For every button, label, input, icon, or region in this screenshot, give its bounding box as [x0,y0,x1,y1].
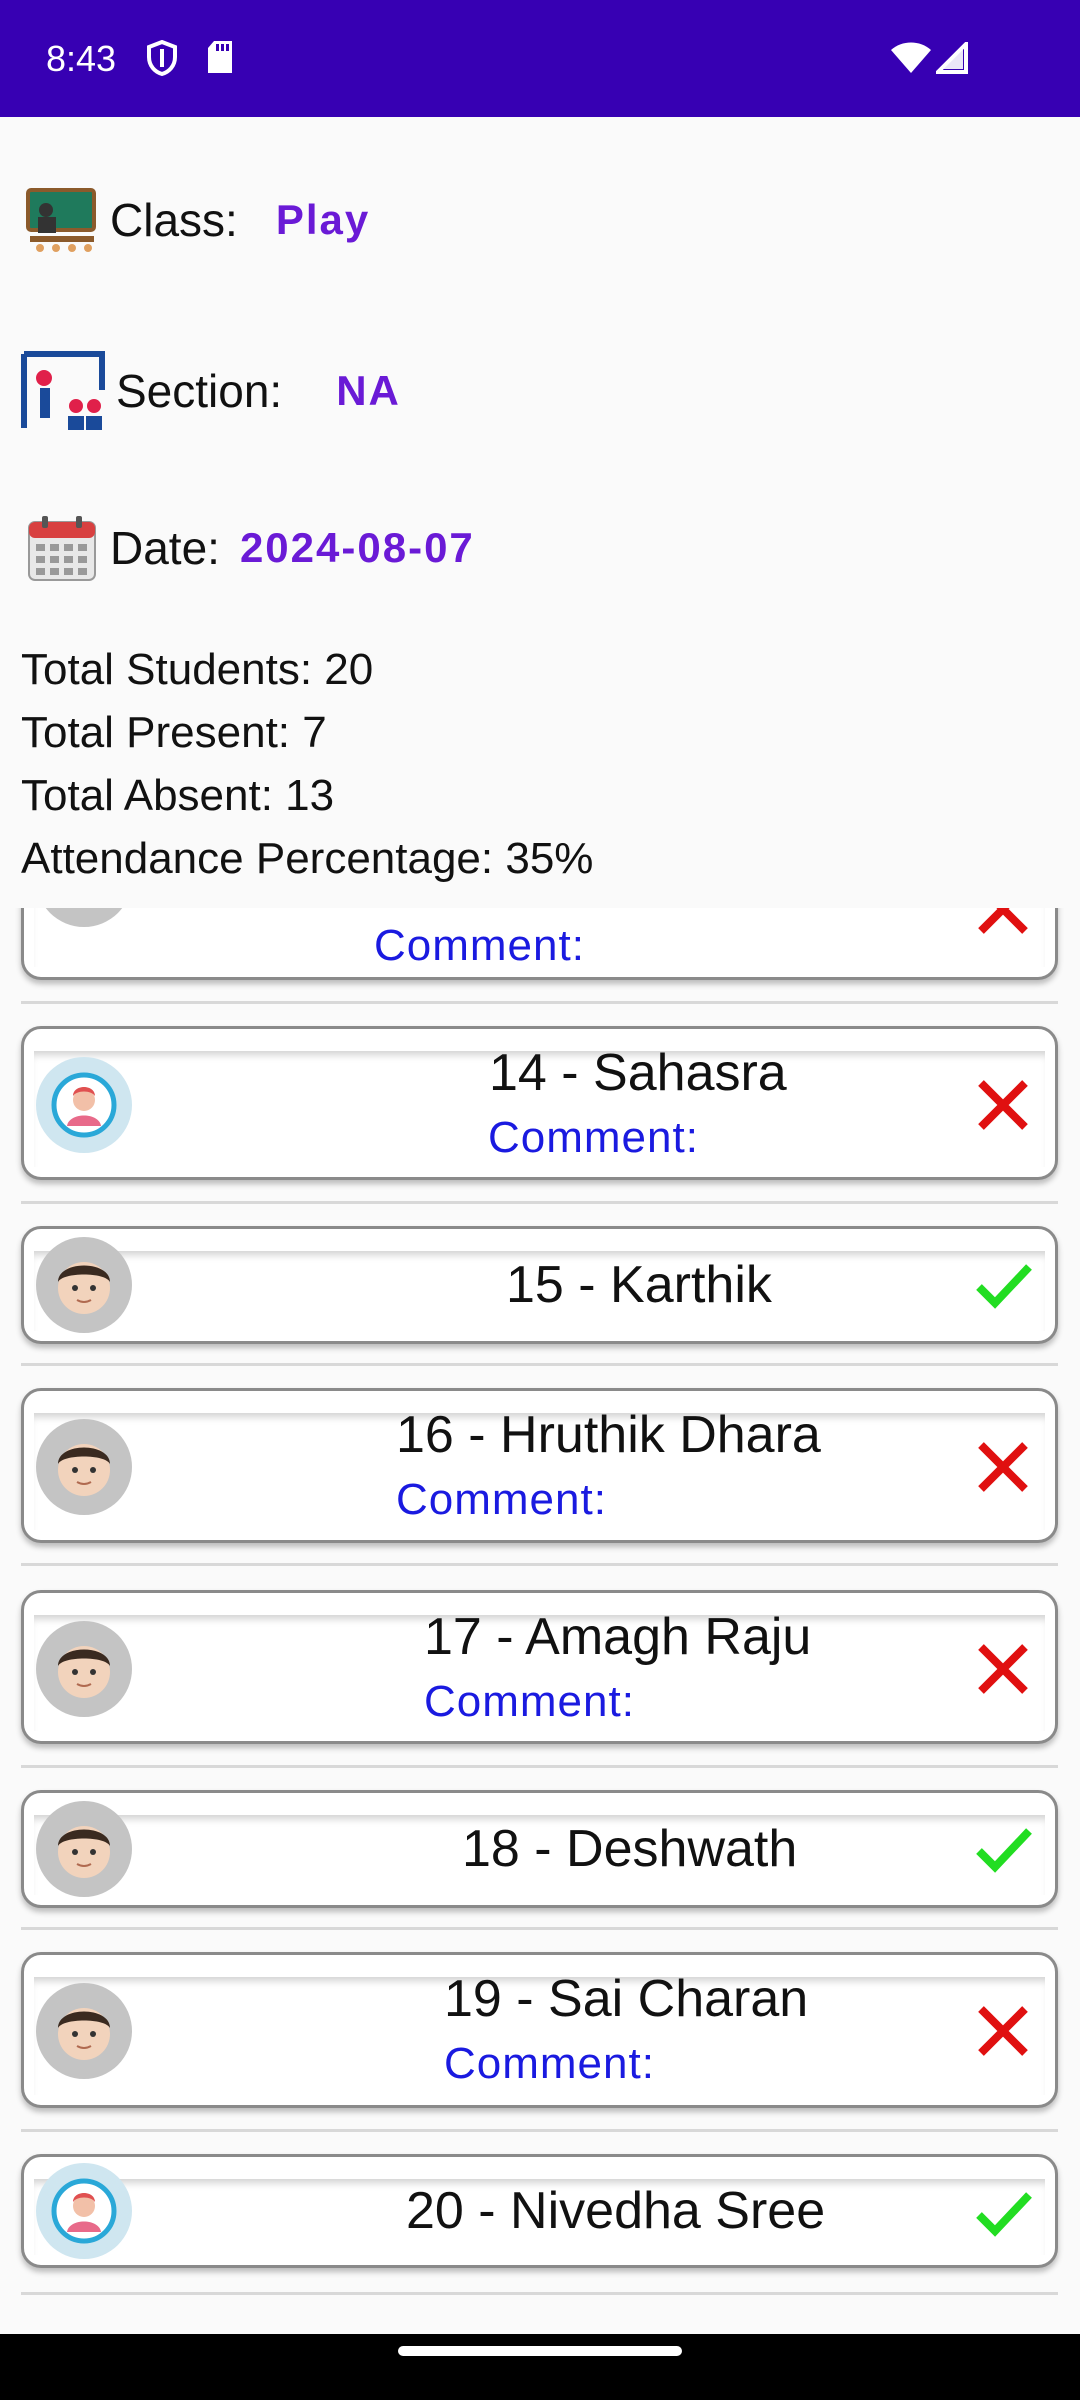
present-mark-icon[interactable] [973,1255,1033,1315]
comment-label: Comment: [396,1475,607,1524]
girl-avatar-icon [36,2163,132,2259]
boy-avatar-icon [36,1801,132,1897]
sd-card-icon [208,41,232,73]
class-value: Play [275,196,371,243]
boy-avatar-icon [36,1419,132,1515]
classroom-icon [26,188,96,252]
navigation-bar [0,2334,1080,2400]
class-row: Class: Play [26,186,370,254]
divider [21,1563,1058,1566]
student-card[interactable]: 16 - Hruthik Dhara Comment: [21,1388,1058,1543]
girl-avatar-icon [36,1057,132,1153]
calendar-icon [28,516,96,581]
divider [21,2129,1058,2132]
absent-mark-icon[interactable] [973,908,1033,939]
section-row: Section: NA [20,350,401,432]
student-card[interactable]: 20 - Nivedha Sree [21,2154,1058,2268]
student-card[interactable]: 18 - Deshwath [21,1790,1058,1908]
divider [21,2292,1058,2295]
absent-mark-icon[interactable] [973,1639,1033,1699]
section-value: NA [336,367,401,414]
present-mark-icon[interactable] [973,1819,1033,1879]
status-bar: 8:43 [0,0,1080,117]
student-card[interactable]: 14 - Sahasra Comment: [21,1026,1058,1180]
comment-label: Comment: [444,2039,655,2088]
divider [21,1001,1058,1004]
boy-avatar-icon [36,1237,132,1333]
student-card[interactable]: 17 - Amagh Raju Comment: [21,1590,1058,1744]
wifi-icon [891,42,931,73]
comment-label: Comment: [424,1677,635,1726]
signal-icon [936,42,968,74]
date-row: Date: 2024-08-07 [26,514,475,582]
student-name: 18 - Deshwath [462,1820,798,1878]
student-card[interactable]: 19 - Sai Charan Comment: [21,1952,1058,2108]
attendance-percentage: Attendance Percentage: 35% [21,834,594,883]
boy-avatar-icon [36,1983,132,2079]
present-mark-icon[interactable] [973,2183,1033,2243]
student-name: 19 - Sai Charan [444,1970,809,2028]
date-value: 2024-08-07 [239,524,475,571]
absent-mark-icon[interactable] [973,1437,1033,1497]
student-name: 20 - Nivedha Sree [406,2182,826,2240]
attendance-summary: Total Students: 20 Total Present: 7 Tota… [21,638,593,890]
section-icon [21,351,105,430]
absent-mark-icon[interactable] [973,2001,1033,2061]
shield-icon [147,40,177,76]
comment-label: Comment: [374,921,585,970]
student-name: 15 - Karthik [506,1256,772,1314]
divider [21,1927,1058,1930]
boy-avatar-icon [36,1621,132,1717]
divider [21,1363,1058,1366]
class-label: Class: [110,194,238,246]
total-present: Total Present: 7 [21,708,327,757]
student-card[interactable]: Comment: [21,908,1058,980]
status-time: 8:43 [46,38,117,79]
date-label: Date: [110,522,220,574]
student-name: 16 - Hruthik Dhara [396,1406,821,1464]
absent-mark-icon[interactable] [973,1075,1033,1135]
section-label: Section: [116,365,283,417]
student-name: 17 - Amagh Raju [424,1608,812,1666]
comment-label: Comment: [488,1113,699,1162]
student-list[interactable]: Comment: 14 - Sahasra Comment: 15 - Kart… [0,908,1080,2334]
home-gesture-handle[interactable] [398,2346,682,2356]
divider [21,1765,1058,1768]
total-absent: Total Absent: 13 [21,771,335,820]
divider [21,1201,1058,1204]
student-name: 14 - Sahasra [489,1044,787,1102]
student-card[interactable]: 15 - Karthik [21,1226,1058,1344]
total-students: Total Students: 20 [21,645,374,694]
